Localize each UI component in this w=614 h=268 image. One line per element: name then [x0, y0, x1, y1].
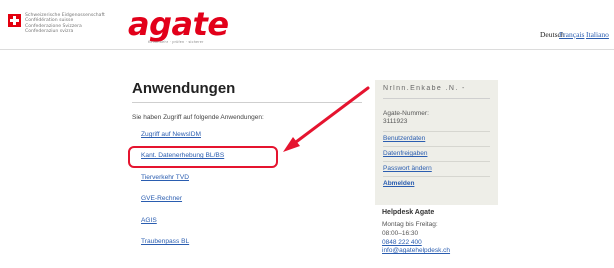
pointer-arrow-icon	[283, 86, 370, 152]
